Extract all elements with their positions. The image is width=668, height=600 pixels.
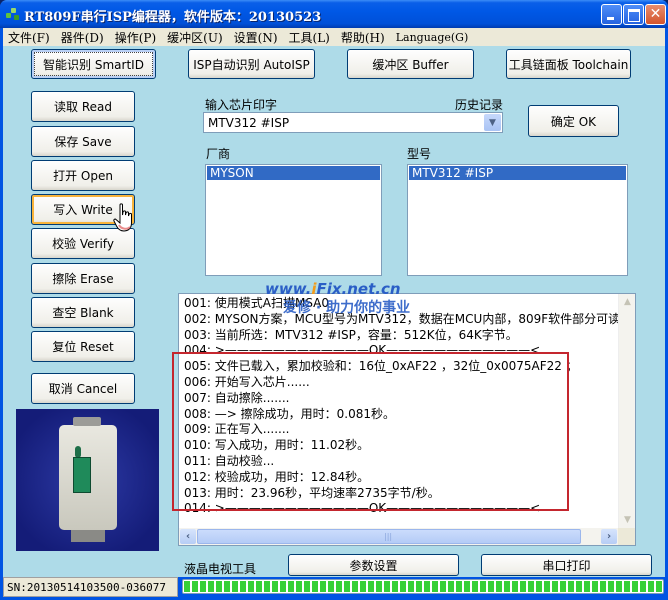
close-icon: ✕ bbox=[649, 6, 662, 22]
title-bar[interactable]: RT809F串行ISP编程器，软件版本：20130523 ✕ bbox=[0, 0, 668, 28]
write-button[interactable]: 写入 Write bbox=[31, 194, 135, 225]
cancel-button[interactable]: 取消 Cancel bbox=[31, 373, 135, 404]
maximize-button[interactable] bbox=[623, 4, 644, 25]
log-line: 009: 正在写入....... bbox=[184, 422, 290, 437]
open-button[interactable]: 打开 Open bbox=[31, 160, 135, 191]
read-button[interactable]: 读取 Read bbox=[31, 91, 135, 122]
progress-fill bbox=[184, 581, 662, 592]
buffer-button[interactable]: 缓冲区 Buffer bbox=[347, 49, 474, 79]
history-label: 历史记录 bbox=[455, 98, 504, 112]
app-window: RT809F串行ISP编程器，软件版本：20130523 ✕ 文件(F) 器件(… bbox=[0, 0, 668, 600]
menu-operation[interactable]: 操作(P) bbox=[110, 29, 162, 46]
serial-number: SN:20130514103500-036077 bbox=[7, 581, 166, 594]
vendor-list[interactable]: MYSON bbox=[205, 164, 382, 276]
log-line: 004: >————————————OK————————————< bbox=[184, 343, 541, 358]
scroll-up-icon[interactable]: ▲ bbox=[620, 295, 635, 310]
log-line: 007: 自动擦除....... bbox=[184, 390, 290, 405]
log-line: 010: 写入成功，用时：11.02秒。 bbox=[184, 438, 370, 453]
log-line: 008: —> 擦除成功，用时：0.081秒。 bbox=[184, 406, 395, 421]
status-bar: SN:20130514103500-036077 bbox=[3, 577, 178, 597]
log-horizontal-scrollbar[interactable]: ‹ › bbox=[179, 528, 618, 545]
save-button[interactable]: 保存 Save bbox=[31, 126, 135, 157]
menu-settings[interactable]: 设置(N) bbox=[229, 29, 284, 46]
model-list[interactable]: MTV312 #ISP bbox=[407, 164, 628, 276]
vendor-label: 厂商 bbox=[206, 147, 231, 161]
vendor-list-item[interactable]: MYSON bbox=[207, 166, 380, 180]
log-line: 013: 用时：23.96秒，平均速率2735字节/秒。 bbox=[184, 485, 440, 500]
erase-button[interactable]: 擦除 Erase bbox=[31, 263, 135, 294]
log-line: 014: >————————————OK————————————< bbox=[184, 501, 541, 516]
log-line: 012: 校验成功，用时：12.84秒。 bbox=[184, 469, 370, 484]
chip-input-label: 输入芯片印字 bbox=[205, 98, 278, 112]
log-line: 006: 开始写入芯片...... bbox=[184, 374, 310, 389]
serial-print-button[interactable]: 串口打印 bbox=[481, 554, 652, 576]
param-settings-button[interactable]: 参数设置 bbox=[288, 554, 459, 576]
autoisp-button[interactable]: ISP自动识别 AutoISP bbox=[188, 49, 315, 79]
close-button[interactable]: ✕ bbox=[645, 4, 666, 25]
programmer-device-image bbox=[59, 417, 117, 542]
menu-help[interactable]: 帮助(H) bbox=[336, 29, 391, 46]
model-list-item[interactable]: MTV312 #ISP bbox=[409, 166, 626, 180]
log-line: 001: 使用模式A扫描MSA0 bbox=[184, 296, 330, 310]
menu-device[interactable]: 器件(D) bbox=[56, 29, 110, 46]
ok-button[interactable]: 确定 OK bbox=[528, 105, 619, 137]
toolchain-button[interactable]: 工具链面板 Toolchain bbox=[506, 49, 631, 79]
chip-input-combobox[interactable]: MTV312 #ISP ▼ bbox=[203, 112, 503, 133]
app-icon bbox=[6, 7, 20, 21]
log-line: 005: 文件已载入，累加校验和：16位_0xAF22 ，32位_0x0075A… bbox=[184, 359, 578, 374]
log-vertical-scrollbar[interactable]: ▲ ▼ bbox=[618, 294, 635, 529]
log-lines: 001: 使用模式A扫描MSA0 002: MYSON方案，MCU型号为MTV3… bbox=[184, 296, 620, 517]
scroll-right-icon[interactable]: › bbox=[601, 529, 617, 544]
reset-button[interactable]: 复位 Reset bbox=[31, 331, 135, 362]
log-output[interactable]: 001: 使用模式A扫描MSA0 002: MYSON方案，MCU型号为MTV3… bbox=[178, 293, 636, 546]
model-label: 型号 bbox=[407, 147, 432, 161]
chevron-down-icon[interactable]: ▼ bbox=[484, 114, 501, 131]
log-line: 011: 自动校验... bbox=[184, 453, 275, 468]
menu-bar: 文件(F) 器件(D) 操作(P) 缓冲区(U) 设置(N) 工具(L) 帮助(… bbox=[3, 28, 665, 46]
chip-input-value: MTV312 #ISP bbox=[208, 116, 290, 130]
scroll-thumb[interactable] bbox=[197, 529, 581, 544]
window-title: RT809F串行ISP编程器，软件版本：20130523 bbox=[24, 10, 322, 25]
blank-button[interactable]: 查空 Blank bbox=[31, 297, 135, 328]
smartid-button[interactable]: 智能识别 SmartID bbox=[31, 49, 156, 79]
menu-language[interactable]: Language(G) bbox=[391, 31, 475, 44]
menu-file[interactable]: 文件(F) bbox=[3, 29, 56, 46]
progress-bar bbox=[182, 579, 664, 594]
programmer-photo bbox=[16, 409, 159, 551]
minimize-button[interactable] bbox=[601, 4, 622, 25]
menu-tools[interactable]: 工具(L) bbox=[284, 29, 336, 46]
log-line: 003: 当前所选：MTV312 #ISP，容量：512K位，64K字节。 bbox=[184, 327, 518, 342]
scroll-corner bbox=[618, 528, 635, 545]
scroll-down-icon[interactable]: ▼ bbox=[620, 513, 635, 528]
scroll-left-icon[interactable]: ‹ bbox=[180, 529, 196, 544]
log-line: 002: MYSON方案，MCU型号为MTV312，数据在MCU内部，809F软… bbox=[184, 311, 620, 326]
menu-buffer[interactable]: 缓冲区(U) bbox=[162, 29, 228, 46]
verify-button[interactable]: 校验 Verify bbox=[31, 228, 135, 259]
tv-tools-label: 液晶电视工具 bbox=[184, 562, 257, 576]
